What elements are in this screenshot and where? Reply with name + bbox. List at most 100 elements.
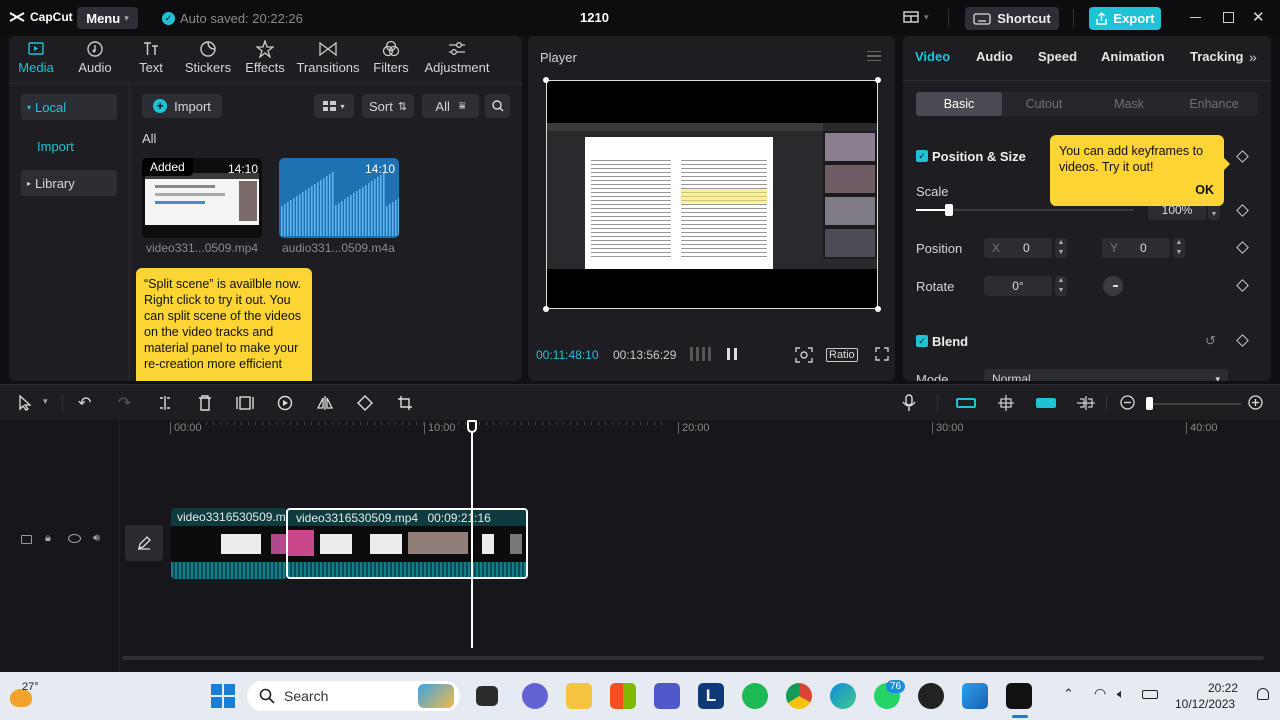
tab-text[interactable]: Text — [135, 40, 167, 75]
undo-icon[interactable]: ↶ — [78, 393, 91, 413]
keyframe-diamond-icon[interactable] — [1236, 334, 1249, 347]
tab-adjustment[interactable]: Adjustment — [418, 40, 496, 75]
keyframe-diamond-icon[interactable] — [1236, 204, 1249, 217]
playhead[interactable] — [467, 420, 477, 648]
crop-icon[interactable] — [397, 395, 413, 414]
keyframe-diamond-icon[interactable] — [1236, 279, 1249, 292]
task-view-icon[interactable] — [476, 686, 498, 706]
edge-icon[interactable] — [830, 683, 856, 709]
close-button[interactable]: ✕ — [1252, 8, 1265, 26]
mode-select[interactable]: Normal ▾ — [984, 369, 1228, 381]
media-item-video[interactable]: Added 14:10 — [142, 158, 262, 238]
clock-time[interactable]: 20:22 — [1208, 681, 1238, 695]
player-canvas[interactable] — [543, 77, 881, 312]
battery-icon[interactable] — [1142, 690, 1158, 699]
rotate-input[interactable]: 0° — [984, 276, 1052, 296]
y-stepper[interactable]: ▲ ▼ — [1173, 238, 1185, 258]
video-clip-1[interactable]: video3316530509.m — [171, 508, 287, 579]
fullscreen-icon[interactable] — [875, 347, 889, 364]
sidebar-item-import[interactable]: Import — [37, 139, 74, 154]
timecode-format-icon[interactable] — [690, 347, 712, 361]
capcut-taskbar-icon[interactable] — [1006, 683, 1032, 709]
teams-icon[interactable] — [654, 683, 680, 709]
linkage-icon[interactable] — [1036, 398, 1056, 408]
inspector-tab-animation[interactable]: Animation — [1101, 49, 1165, 64]
delete-icon[interactable] — [198, 395, 212, 414]
export-button[interactable]: Export — [1089, 7, 1161, 30]
sort-button[interactable]: Sort ⇅ — [362, 94, 414, 118]
view-toggle-button[interactable]: ▾ — [314, 94, 354, 118]
inspector-tab-speed[interactable]: Speed — [1038, 49, 1077, 64]
pause-button[interactable] — [727, 348, 737, 360]
microphone-icon[interactable] — [902, 394, 916, 415]
tab-effects[interactable]: Effects — [240, 40, 290, 75]
chevron-down-icon[interactable]: ▾ — [43, 396, 48, 407]
position-y-input[interactable]: Y 0 — [1102, 238, 1170, 258]
tab-transitions[interactable]: Transitions — [292, 40, 364, 75]
media-item-audio[interactable]: 14:10 — [279, 158, 399, 238]
freeze-icon[interactable] — [236, 395, 254, 414]
sidebar-item-library[interactable]: ▸ Library — [21, 170, 117, 196]
x-stepper[interactable]: ▲ ▼ — [1055, 238, 1067, 258]
zoom-slider[interactable] — [1146, 397, 1241, 410]
subtab-basic[interactable]: Basic — [916, 92, 1002, 116]
sidebar-item-local[interactable]: ▾ Local — [21, 94, 117, 120]
blend-checkbox[interactable]: ✓ — [916, 335, 928, 347]
ratio-button[interactable]: Ratio — [826, 348, 858, 362]
preview-axis-icon[interactable] — [1076, 395, 1096, 414]
rotate-tool-icon[interactable] — [357, 395, 373, 414]
chevron-up-icon[interactable]: ⌃ — [1063, 686, 1074, 702]
notification-bell-icon[interactable] — [1257, 688, 1269, 700]
minimize-button[interactable] — [1190, 17, 1201, 18]
tab-audio[interactable]: Audio — [70, 40, 120, 75]
keyframe-diamond-icon[interactable] — [1236, 150, 1249, 163]
wifi-icon[interactable]: ◠ — [1094, 685, 1106, 702]
zoom-slider-knob[interactable] — [1146, 397, 1153, 410]
tab-filters[interactable]: Filters — [369, 40, 413, 75]
windows-start-icon[interactable] — [211, 684, 235, 708]
split-icon[interactable] — [158, 395, 172, 414]
keyframe-ok-button[interactable]: OK — [1195, 182, 1214, 198]
position-size-checkbox[interactable]: ✓ — [916, 150, 928, 162]
media-player-icon[interactable] — [918, 683, 944, 709]
clock-date[interactable]: 10/12/2023 — [1175, 697, 1235, 711]
search-button[interactable] — [485, 94, 510, 118]
taskbar-search[interactable]: Search — [247, 681, 460, 711]
position-x-input[interactable]: X 0 — [984, 238, 1052, 258]
inspector-tab-audio[interactable]: Audio — [976, 49, 1013, 64]
visibility-icon[interactable] — [68, 534, 81, 543]
lock-icon[interactable]: 🔒︎ — [45, 532, 51, 545]
volume-icon[interactable]: 🔈︎ — [1117, 686, 1125, 702]
l-app-icon[interactable]: L — [698, 683, 724, 709]
shortcut-button[interactable]: Shortcut — [965, 7, 1059, 30]
photos-icon[interactable] — [962, 683, 988, 709]
mirror-icon[interactable] — [316, 395, 334, 414]
maximize-button[interactable] — [1223, 12, 1234, 23]
filter-button[interactable]: All ⩸ — [422, 94, 479, 118]
inspector-tab-tracking[interactable]: Tracking — [1190, 49, 1243, 64]
keyframe-diamond-icon[interactable] — [1236, 241, 1249, 254]
reverse-icon[interactable] — [277, 395, 293, 414]
rotate-stepper[interactable]: ▲ ▼ — [1055, 276, 1067, 296]
more-tabs-icon[interactable]: » — [1249, 49, 1257, 65]
redo-icon[interactable]: ↷ — [118, 393, 131, 413]
layout-button[interactable]: ▾ — [903, 11, 929, 23]
fit-view-icon[interactable] — [795, 347, 813, 366]
auto-snap-icon[interactable] — [997, 394, 1015, 415]
store-icon[interactable] — [610, 683, 636, 709]
tab-stickers[interactable]: Stickers — [180, 40, 236, 75]
timeline-scrollbar[interactable] — [122, 656, 1264, 660]
meet-icon[interactable] — [522, 683, 548, 709]
video-clip-2[interactable]: video3316530509.mp4 00:09:21:16 — [286, 508, 528, 579]
playhead-handle[interactable] — [467, 420, 477, 433]
chrome-icon[interactable] — [786, 683, 812, 709]
track-cover-icon[interactable] — [21, 535, 32, 544]
menu-button[interactable]: Menu ▾ — [77, 7, 138, 29]
file-explorer-icon[interactable] — [566, 683, 592, 709]
reset-icon[interactable]: ↺ — [1205, 333, 1216, 349]
audio-mute-icon[interactable]: 🔊︎ — [93, 532, 100, 545]
zoom-out-icon[interactable] — [1120, 395, 1135, 413]
player-menu-icon[interactable] — [867, 51, 881, 61]
subtab-mask[interactable]: Mask — [1086, 92, 1172, 116]
scale-slider[interactable] — [916, 204, 1134, 216]
